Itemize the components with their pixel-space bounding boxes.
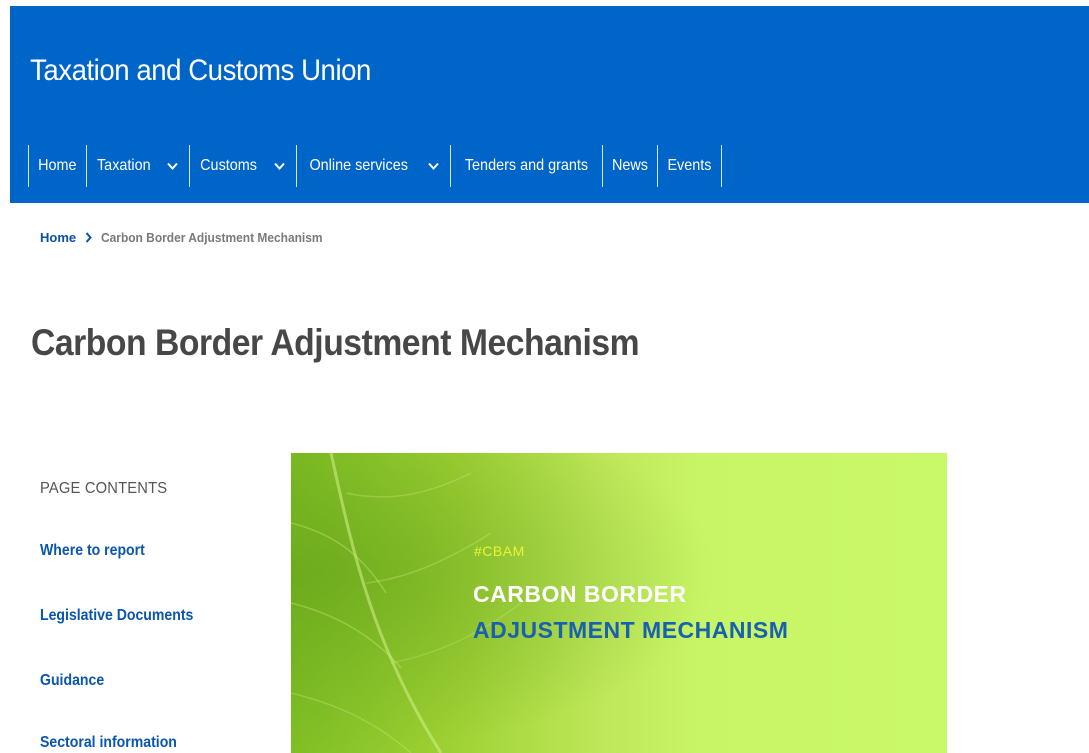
nav-item-customs[interactable]: Customs [190, 145, 298, 187]
breadcrumb-home-link[interactable]: Home [40, 230, 76, 245]
nav-item-tenders-and-grants[interactable]: Tenders and grants [451, 145, 603, 187]
page-title: Carbon Border Adjustment Mechanism [31, 322, 640, 363]
toc-link-where-to-report[interactable]: Where to report [40, 542, 145, 560]
nav-item-label: Customs [200, 157, 258, 174]
site-header: Taxation and Customs Union Home Taxation… [10, 6, 1089, 203]
nav-item-news[interactable]: News [603, 145, 658, 187]
chevron-right-icon [85, 232, 92, 243]
chevron-down-icon[interactable] [167, 162, 179, 170]
nav-item-label: Taxation [96, 157, 151, 174]
banner-hashtag: #CBAM [474, 543, 525, 559]
nav-item-label: Online services [309, 157, 409, 174]
main-navigation: Home Taxation Customs Online services Te… [28, 145, 722, 187]
nav-item-taxation[interactable]: Taxation [87, 145, 191, 187]
banner-title-line-1: CARBON BORDER [473, 581, 687, 607]
site-title[interactable]: Taxation and Customs Union [30, 54, 371, 88]
nav-item-online-services[interactable]: Online services [297, 145, 451, 187]
toc-link-guidance[interactable]: Guidance [40, 672, 104, 690]
nav-item-label: News [611, 157, 648, 174]
page-left-border [0, 0, 10, 753]
nav-item-label: Events [667, 157, 712, 174]
nav-item-label: Tenders and grants [464, 157, 588, 174]
nav-item-label: Home [38, 157, 77, 174]
breadcrumb-current: Carbon Border Adjustment Mechanism [101, 230, 323, 245]
nav-item-events[interactable]: Events [658, 145, 722, 187]
nav-item-home[interactable]: Home [29, 145, 87, 187]
breadcrumb: Home Carbon Border Adjustment Mechanism [40, 230, 342, 245]
banner-title-line-2: ADJUSTMENT MECHANISM [473, 617, 789, 643]
toc-link-legislative-documents[interactable]: Legislative Documents [40, 607, 193, 625]
chevron-down-icon[interactable] [274, 162, 286, 170]
toc-link-sectoral-information[interactable]: Sectoral information [40, 734, 177, 752]
cbam-banner-image: #CBAM CARBON BORDER ADJUSTMENT MECHANISM [291, 453, 947, 753]
chevron-down-icon[interactable] [428, 162, 439, 170]
page-contents-heading: PAGE CONTENTS [40, 480, 168, 497]
